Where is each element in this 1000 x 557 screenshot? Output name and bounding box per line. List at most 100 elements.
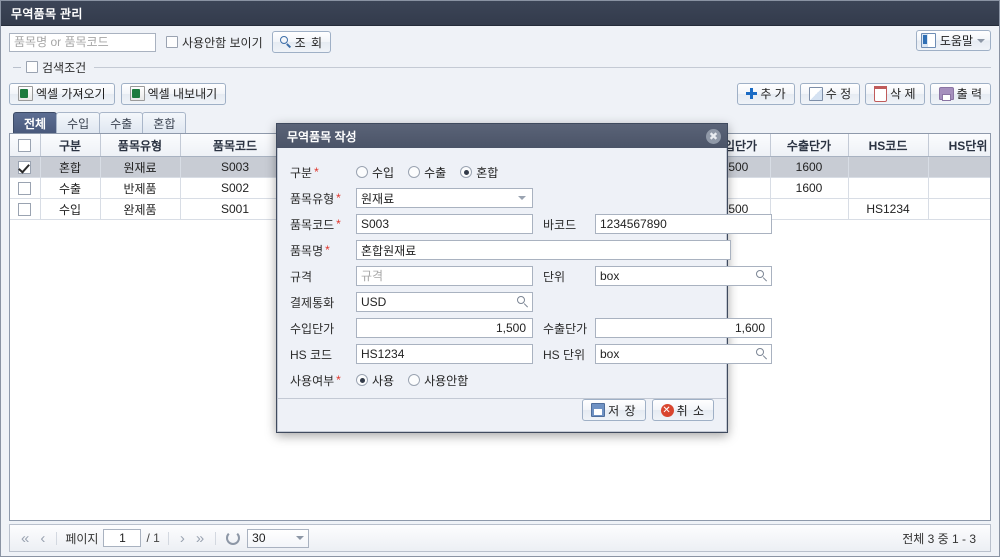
help-button[interactable]: 도움말 <box>915 30 991 51</box>
row-checkbox-cell[interactable] <box>10 177 41 199</box>
use-yn-option-0[interactable]: 사용 <box>356 372 394 389</box>
column-header-code[interactable]: 품목코드 <box>180 134 291 157</box>
gubun-radio-group[interactable]: 수입 수출 혼합 <box>356 164 498 181</box>
row-checkbox-cell[interactable] <box>10 156 41 178</box>
delete-button[interactable]: 삭 제 <box>865 82 925 105</box>
column-header-hsunit[interactable]: HS단위 <box>928 134 990 157</box>
radio-button[interactable] <box>408 374 421 386</box>
gubun-option-0[interactable]: 수입 <box>356 164 394 181</box>
radio-button[interactable] <box>356 166 368 178</box>
empty-cell <box>180 430 290 451</box>
form-row-gubun: 구분 * 수입 수출 혼합 <box>290 159 714 185</box>
column-header-outprice[interactable]: 수출단가 <box>770 134 849 157</box>
unit-input[interactable] <box>595 266 772 286</box>
cell-hscode: HS1234 <box>848 198 929 220</box>
column-header-gubun[interactable]: 구분 <box>40 134 101 157</box>
row-checkbox[interactable] <box>18 161 32 175</box>
export-price-input[interactable] <box>595 318 772 338</box>
next-page-button[interactable]: › <box>177 531 188 546</box>
column-header-type[interactable]: 품목유형 <box>100 134 181 157</box>
print-button[interactable]: 출 력 <box>929 82 991 105</box>
show-unused-checkbox[interactable]: 사용안함 보이기 <box>166 34 263 51</box>
dialog-title-bar: 무역품목 작성 ✖ <box>277 124 727 148</box>
excel-import-label: 엑셀 가져오기 <box>36 87 106 101</box>
use-yn-radio-group[interactable]: 사용 사용안함 <box>356 372 468 389</box>
empty-cell <box>40 409 100 430</box>
trade-item-dialog: 무역품목 작성 ✖ 구분 * 수입 수출 혼합 품목유형 * 원재료 품목코드 … <box>276 123 772 433</box>
empty-cell <box>928 367 990 388</box>
empty-cell <box>100 409 180 430</box>
empty-cell <box>40 388 100 409</box>
checkbox-box <box>166 36 178 48</box>
refresh-icon[interactable] <box>226 531 241 545</box>
hs-code-input[interactable] <box>356 344 533 364</box>
tab-label: 수입 <box>67 116 90 131</box>
empty-cell <box>100 304 180 325</box>
item-type-select[interactable] <box>356 188 533 208</box>
dialog-footer: 저 장 ✕ 취 소 <box>277 399 727 432</box>
column-header-chk[interactable] <box>10 134 41 157</box>
tab-2[interactable]: 수출 <box>99 112 144 133</box>
tab-3[interactable]: 혼합 <box>142 112 187 133</box>
close-icon[interactable]: ✖ <box>706 128 721 144</box>
form-row-item-type: 품목유형 * <box>290 185 714 211</box>
page-number-input[interactable] <box>103 529 142 547</box>
printer-icon <box>938 87 954 101</box>
page-size-select[interactable]: 30 <box>247 528 310 548</box>
prev-page-button[interactable]: ‹ <box>37 531 48 546</box>
currency-input[interactable] <box>356 292 533 312</box>
cell-gubun: 수입 <box>40 198 101 220</box>
tab-label: 혼합 <box>153 116 176 131</box>
edit-button-label: 수 정 <box>825 87 852 101</box>
empty-cell <box>100 325 180 346</box>
tab-0[interactable]: 전체 <box>13 112 58 133</box>
radio-button[interactable] <box>460 166 473 178</box>
edit-button[interactable]: 수 정 <box>799 82 861 105</box>
row-checkbox[interactable] <box>18 182 32 196</box>
application-window: 무역품목 관리 도움말 사용안함 보이기 조 회 검색조건 <box>0 0 1000 557</box>
cell-outprice: 1600 <box>770 156 849 178</box>
item-type-value[interactable] <box>356 188 533 208</box>
first-page-button[interactable]: « <box>18 531 32 546</box>
empty-cell <box>10 283 40 304</box>
column-header-hscode[interactable]: HS코드 <box>848 134 929 157</box>
empty-cell <box>848 283 928 304</box>
last-page-button[interactable]: » <box>193 531 207 546</box>
excel-import-button[interactable]: 엑셀 가져오기 <box>9 82 115 105</box>
gubun-option-2[interactable]: 혼합 <box>460 164 498 181</box>
radio-button[interactable] <box>408 166 421 178</box>
barcode-input[interactable] <box>595 214 772 234</box>
radio-label: 사용 <box>372 373 395 388</box>
hs-unit-label: HS 단위 <box>543 347 586 362</box>
add-button-label: 추 가 <box>760 87 786 101</box>
cancel-button[interactable]: ✕ 취 소 <box>651 399 714 421</box>
select-all-checkbox[interactable] <box>18 139 32 153</box>
fieldset-dash <box>13 66 21 68</box>
row-checkbox[interactable] <box>18 203 32 217</box>
item-name-input[interactable] <box>356 240 731 260</box>
item-code-input[interactable] <box>356 214 533 234</box>
spec-input[interactable] <box>356 266 533 286</box>
item-name-label: 품목명 * <box>290 243 330 258</box>
search-input[interactable] <box>9 32 156 52</box>
use-yn-option-1[interactable]: 사용안함 <box>408 372 468 389</box>
form-row-currency: 결제통화 <box>290 289 714 315</box>
form-row-prices: 수입단가 수출단가 <box>290 315 772 341</box>
import-price-label: 수입단가 <box>290 321 335 336</box>
gubun-option-1[interactable]: 수출 <box>408 164 446 181</box>
empty-cell <box>180 325 290 346</box>
excel-icon <box>18 86 33 101</box>
cell-hsunit <box>928 177 990 199</box>
search-condition-checkbox[interactable]: 검색조건 <box>26 59 86 76</box>
row-checkbox-cell[interactable] <box>10 198 41 220</box>
radio-label: 혼합 <box>476 165 499 180</box>
search-button[interactable]: 조 회 <box>271 31 332 53</box>
tab-1[interactable]: 수입 <box>56 112 101 133</box>
save-button[interactable]: 저 장 <box>582 399 646 421</box>
hs-unit-input[interactable] <box>595 344 772 364</box>
excel-export-button[interactable]: 엑셀 내보내기 <box>120 82 227 105</box>
add-button[interactable]: 추 가 <box>737 82 795 105</box>
radio-button[interactable] <box>356 374 368 386</box>
page-total-label: / 1 <box>146 531 160 545</box>
import-price-input[interactable] <box>356 318 533 338</box>
